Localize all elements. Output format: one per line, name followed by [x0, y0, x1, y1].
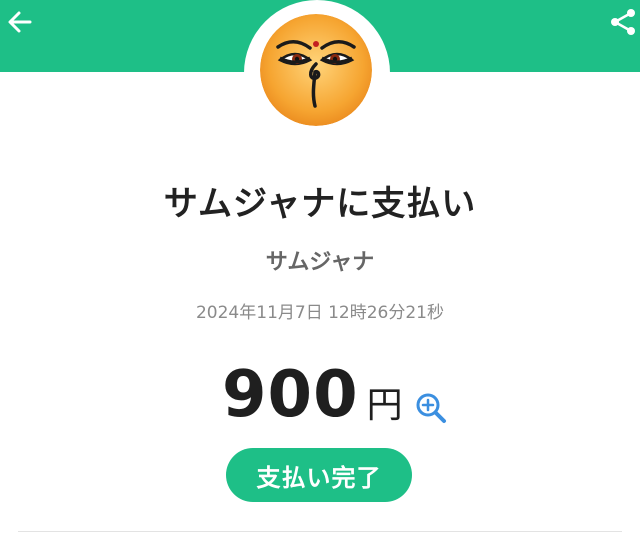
back-button[interactable]	[0, 2, 40, 42]
divider	[18, 531, 622, 532]
zoom-amount-button[interactable]	[413, 390, 449, 426]
transaction-datetime: 2024年11月7日 12時26分21秒	[195, 303, 444, 323]
merchant-avatar	[260, 14, 372, 126]
zoom-in-icon	[416, 393, 446, 423]
amount-row: 900 円	[222, 352, 449, 432]
buddha-eyes-logo	[260, 14, 372, 126]
amount-value: 900	[222, 358, 359, 432]
status-badge: 支払い完了	[226, 448, 412, 502]
share-icon	[611, 9, 635, 35]
arrow-left-icon	[8, 11, 32, 33]
page-title: サムジャナに支払い	[163, 184, 477, 224]
currency-label: 円	[366, 385, 403, 426]
share-button[interactable]	[602, 2, 640, 42]
merchant-name: サムジャナ	[265, 250, 375, 275]
